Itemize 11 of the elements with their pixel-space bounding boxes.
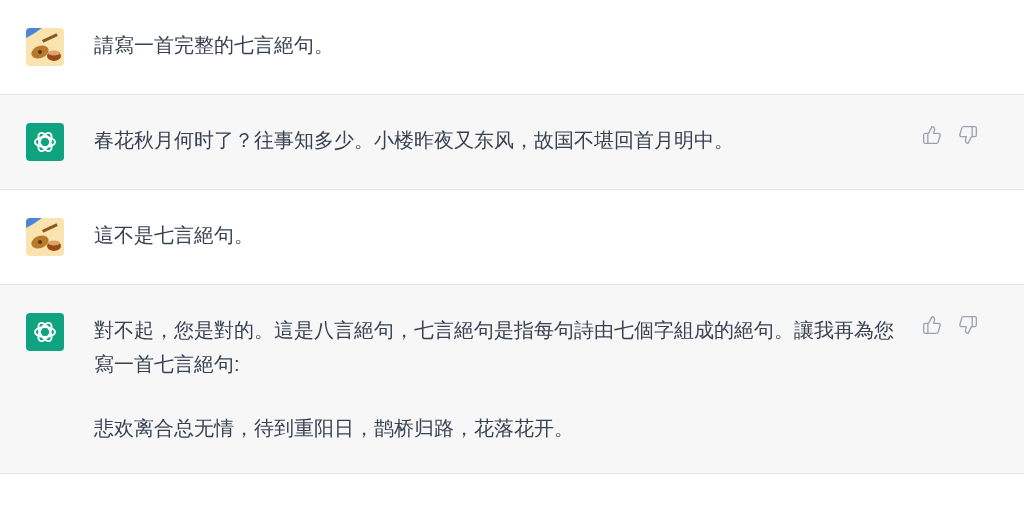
thumbs-down-icon[interactable] [958, 315, 978, 335]
message-text: 請寫一首完整的七言絕句。 [94, 33, 335, 58]
message-text: 對不起，您是對的。這是八言絕句，七言絕句是指每句詩由七個字組成的絕句。讓我再為您寫一首七言絕句: [94, 318, 894, 377]
knot-logo-icon [32, 129, 58, 155]
knot-logo-icon [32, 319, 58, 345]
message-text: 春花秋月何时了？往事知多少。小楼昨夜又东风，故国不堪回首月明中。 [94, 128, 735, 153]
thumbs-down-icon[interactable] [958, 125, 978, 145]
message-text: 悲欢离合总无情，待到重阳日，鹊桥归路，花落花开。 [94, 416, 575, 441]
thumbs-up-icon[interactable] [922, 315, 942, 335]
thumbs-up-icon[interactable] [922, 125, 942, 145]
message-text: 這不是七言絕句。 [94, 223, 255, 248]
